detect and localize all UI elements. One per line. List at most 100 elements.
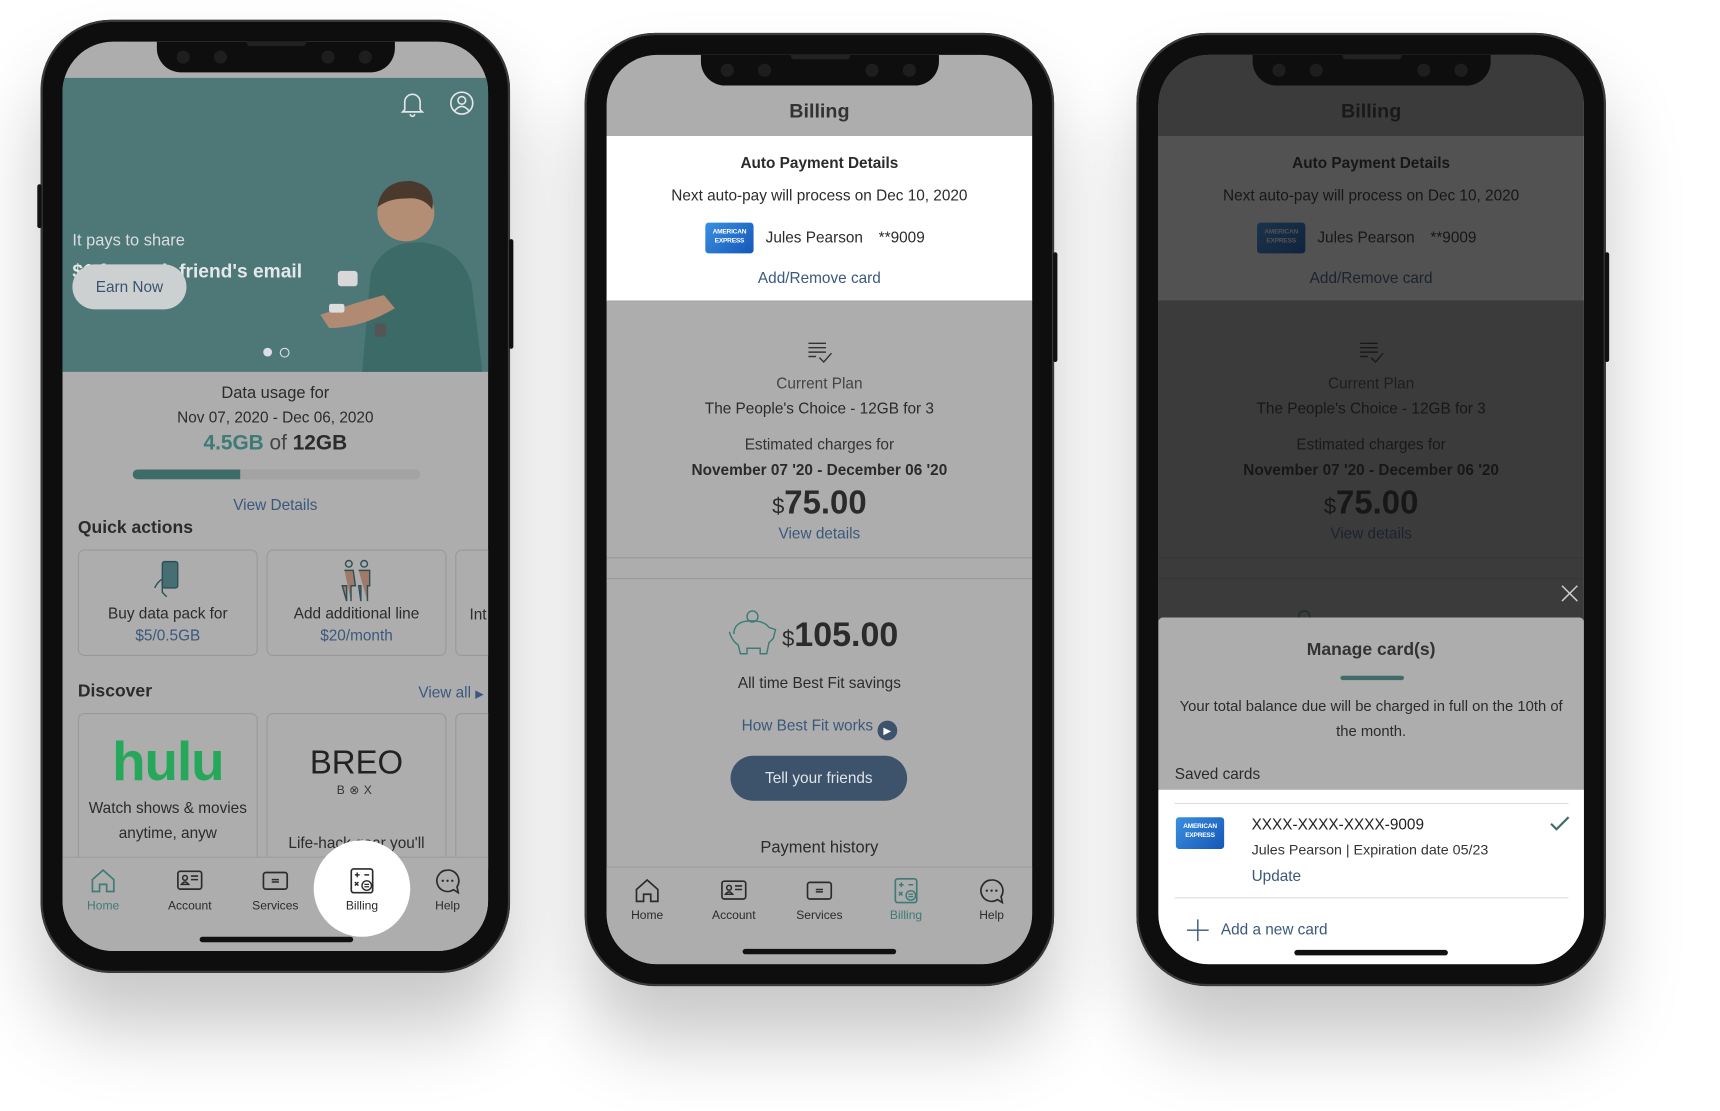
- phone-manage-cards: Billing Auto Payment Details Next auto-p…: [1136, 32, 1610, 987]
- estimated-amount: $75.00: [607, 484, 1033, 527]
- currency: $: [772, 494, 785, 519]
- notch: [700, 54, 939, 86]
- earn-now-button[interactable]: Earn Now: [72, 264, 187, 310]
- usage-progress-bar: [132, 469, 421, 480]
- bottom-nav: Home Account Services Billing Help: [606, 866, 1033, 965]
- update-card-link[interactable]: Update: [1252, 867, 1302, 885]
- view-details-link[interactable]: View Details: [63, 494, 489, 516]
- nav-item-billing[interactable]: Billing: [324, 867, 401, 913]
- hero-banner[interactable]: It pays to share $1 for each friend's em…: [62, 77, 489, 372]
- nav-item-help[interactable]: Help: [953, 876, 1030, 922]
- carousel-dot-1[interactable]: [263, 347, 273, 357]
- nav-label: Services: [796, 909, 843, 923]
- currency: $: [782, 627, 795, 652]
- auto-payment-section: Auto Payment Details Next auto-pay will …: [606, 136, 1033, 302]
- discover-card-partial[interactable]: [455, 712, 489, 869]
- current-plan-label: Current Plan: [776, 374, 863, 392]
- tell-your-friends-button[interactable]: Tell your friends: [730, 755, 908, 801]
- nav-label: Billing: [889, 909, 923, 923]
- usage-label: Data usage for: [221, 383, 330, 403]
- usage-period: Nov 07, 2020 - Dec 06, 2020: [177, 408, 374, 426]
- nav-label: Account: [712, 909, 756, 923]
- nav-label: Services: [252, 899, 299, 913]
- nav-item-billing[interactable]: Billing: [868, 876, 945, 922]
- savings-label: All time Best Fit savings: [737, 673, 901, 692]
- piggy-bank-icon: [728, 610, 777, 655]
- card-details: Jules Pearson | Expiration date 05/23: [1251, 841, 1489, 858]
- sheet-title: Manage card(s): [1306, 640, 1436, 660]
- amex-card-icon: AMERICAN EXPRESS: [705, 222, 754, 254]
- services-icon: [806, 881, 833, 900]
- stage: It pays to share $1 for each friend's em…: [0, 0, 1720, 1111]
- estimated-label: Estimated charges for: [744, 435, 895, 454]
- manage-cards-sheet: Manage card(s) Your total balance due wi…: [1158, 617, 1584, 965]
- home-icon: [635, 878, 659, 903]
- payment-history-heading: Payment history: [760, 838, 879, 857]
- discover-card-hulu[interactable]: hulu Watch shows & movies anytime, anyw: [77, 712, 258, 869]
- quick-actions-title: Quick actions: [77, 518, 193, 538]
- quick-action-buy-data[interactable]: Buy data pack for $5/0.5GB: [77, 549, 258, 656]
- billing-period: November 07 '20 - December 06 '20: [691, 460, 948, 479]
- notch: [156, 41, 395, 73]
- manage-cards-screen: Billing Auto Payment Details Next auto-p…: [1158, 54, 1584, 965]
- hulu-logo: hulu: [112, 730, 224, 792]
- next-autopay-text: Next auto-pay will process on Dec 10, 20…: [671, 186, 968, 205]
- how-best-fit-label: How Best Fit works: [741, 716, 874, 734]
- card-holder: Jules Pearson: [765, 228, 863, 246]
- nav-item-services[interactable]: Services: [237, 867, 314, 913]
- view-details-link[interactable]: View details: [607, 522, 1033, 544]
- usage-of: of: [269, 432, 287, 456]
- usage-progress-fill: [132, 469, 241, 480]
- profile-icon[interactable]: [450, 91, 474, 115]
- breo-logo-sub: B⊗X: [336, 784, 377, 798]
- nav-item-home[interactable]: Home: [609, 876, 686, 922]
- phone-home: It pays to share $1 for each friend's em…: [37, 19, 514, 973]
- auto-payment-heading: Auto Payment Details: [740, 153, 899, 172]
- notch: [1252, 54, 1491, 86]
- close-icon[interactable]: [1561, 585, 1579, 603]
- billing-title: Billing: [789, 99, 850, 122]
- nav-item-home[interactable]: Home: [65, 867, 142, 913]
- checkmark-icon: [1550, 816, 1570, 831]
- people-icon: [341, 559, 371, 602]
- nav-item-help[interactable]: Help: [409, 867, 486, 913]
- quick-action-label: Buy data pack for: [108, 604, 228, 622]
- plan-list-icon: [808, 342, 832, 364]
- calculator-icon: [350, 868, 374, 894]
- billing-screen: Billing Auto Payment Details Next auto-p…: [606, 54, 1033, 965]
- quick-action-price: $5/0.5GB: [135, 626, 201, 644]
- bell-icon[interactable]: [400, 91, 425, 118]
- plus-icon: [1186, 919, 1209, 942]
- carousel-dot-2[interactable]: [279, 347, 290, 358]
- home-icon: [91, 869, 115, 893]
- plan-name: The People's Choice - 12GB for 3: [704, 399, 934, 417]
- nav-item-account[interactable]: Account: [151, 867, 228, 913]
- view-all-label: View all: [418, 683, 472, 701]
- how-best-fit-works-link[interactable]: How Best Fit works ▶: [607, 714, 1033, 741]
- saved-cards-list: AMERICAN EXPRESS XXXX-XXXX-XXXX-9009 Jul…: [1158, 789, 1584, 965]
- quick-action-partial[interactable]: Int: [455, 549, 489, 656]
- nav-label: Home: [87, 899, 120, 913]
- nav-label: Account: [167, 899, 212, 913]
- view-all-link[interactable]: View all ▶: [418, 683, 483, 701]
- hero-subtitle: It pays to share: [72, 231, 185, 251]
- quick-action-label: Int: [469, 605, 487, 624]
- chat-icon: [436, 869, 460, 895]
- quick-action-add-line[interactable]: Add additional line $20/month: [266, 549, 447, 656]
- add-remove-card-link[interactable]: Add/Remove card: [607, 267, 1033, 289]
- calculator-icon: [894, 877, 918, 904]
- usage-amount: 4.5GB of 12GB: [63, 432, 489, 456]
- home-screen: It pays to share $1 for each friend's em…: [62, 41, 489, 952]
- amount: 75.00: [784, 484, 867, 522]
- nav-label: Help: [979, 909, 1005, 923]
- nav-label: Help: [435, 899, 460, 913]
- account-card-icon: [177, 870, 203, 890]
- nav-label: Billing: [345, 899, 379, 913]
- nav-item-services[interactable]: Services: [781, 876, 858, 922]
- card-last4: **9009: [878, 228, 925, 246]
- quick-action-price: $20/month: [320, 626, 393, 644]
- saved-card-row[interactable]: AMERICAN EXPRESS XXXX-XXXX-XXXX-9009 Jul…: [1158, 804, 1584, 896]
- hero-man-image: [320, 180, 483, 372]
- nav-item-account[interactable]: Account: [695, 876, 772, 922]
- services-icon: [262, 871, 289, 890]
